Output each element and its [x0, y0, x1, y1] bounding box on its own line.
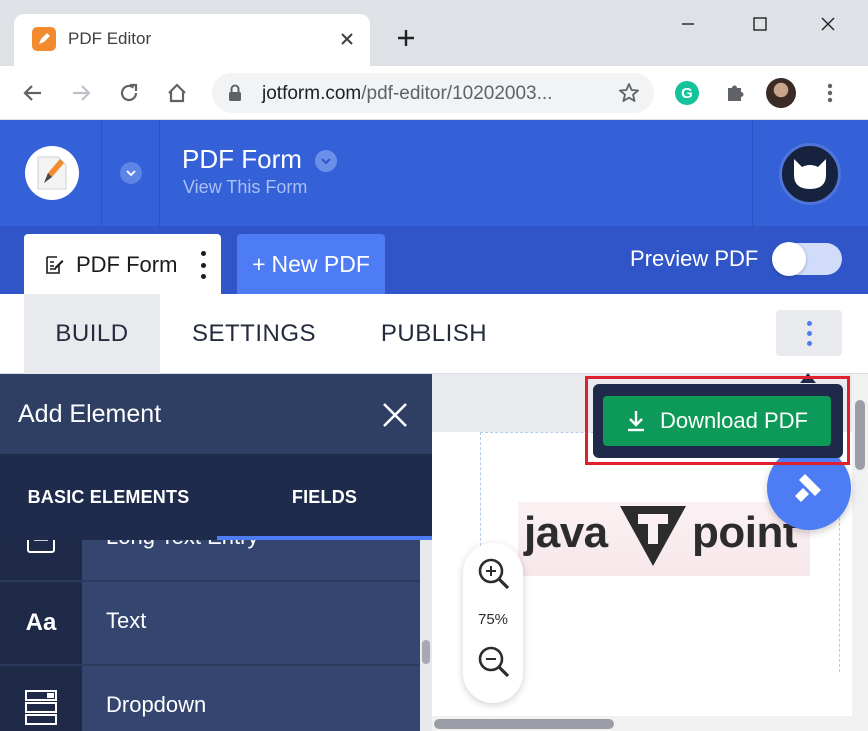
zoom-control: 75%	[463, 543, 523, 703]
home-icon[interactable]	[162, 78, 192, 108]
preview-pdf-label: Preview PDF	[630, 246, 759, 271]
builder-nav: BUILD SETTINGS PUBLISH	[0, 294, 868, 374]
dropdown-icon	[0, 666, 82, 731]
new-pdf-label: New PDF	[271, 250, 370, 277]
toggle-knob	[772, 242, 806, 276]
logo-area	[0, 120, 102, 226]
reload-icon[interactable]	[114, 78, 144, 108]
list-item-long-text-entry[interactable]: Long Text Entry	[0, 540, 420, 580]
browser-tab[interactable]: PDF Editor	[14, 14, 370, 66]
new-pdf-button[interactable]: + New PDF	[237, 234, 385, 294]
panel-scrollbar[interactable]	[420, 540, 432, 731]
add-element-panel: Add Element BASIC ELEMENTS FIELDS Long T…	[0, 374, 432, 731]
pdf-form-tab-label: PDF Form	[76, 252, 178, 277]
bookmark-star-icon[interactable]	[618, 82, 640, 109]
tab-title: PDF Editor	[68, 29, 152, 48]
url-path: /pdf-editor/10202003...	[361, 83, 553, 104]
edit-document-icon	[44, 255, 64, 280]
text-icon: Aa	[0, 582, 82, 664]
list-item-label: Text	[106, 608, 147, 633]
plus-icon: +	[252, 250, 266, 277]
tab-fields[interactable]: FIELDS	[217, 454, 432, 540]
tab-close-icon[interactable]	[334, 26, 360, 52]
close-icon[interactable]	[380, 400, 410, 430]
paint-roller-icon	[795, 474, 821, 502]
zoom-out-icon[interactable]	[475, 643, 513, 681]
lock-icon[interactable]	[228, 84, 242, 107]
panel-title: Add Element	[18, 400, 162, 428]
form-title[interactable]: PDF Form	[182, 144, 302, 175]
pdf-editor-favicon-icon	[32, 27, 56, 51]
canvas-vertical-scrollbar[interactable]	[852, 374, 868, 731]
preview-pdf-toggle[interactable]	[772, 242, 842, 276]
user-avatar-area	[752, 120, 868, 226]
chevron-down-icon[interactable]	[120, 162, 142, 184]
window-close-icon[interactable]	[808, 8, 848, 40]
logo-t-triangle-icon	[620, 506, 686, 566]
user-avatar[interactable]	[779, 143, 841, 205]
pdf-form-tab[interactable]: PDF Form	[24, 234, 221, 294]
back-arrow-icon[interactable]	[18, 78, 48, 108]
scroll-thumb[interactable]	[434, 719, 614, 729]
javatpoint-logo-image[interactable]: java point	[518, 502, 810, 576]
long-text-icon	[0, 540, 82, 580]
url-text: jotform.com/pdf-editor/10202003...	[262, 83, 552, 105]
text-icon-glyph: Aa	[25, 609, 57, 636]
scroll-thumb[interactable]	[422, 640, 430, 664]
browser-titlebar: PDF Editor	[0, 0, 868, 66]
form-title-chevron-icon[interactable]	[315, 150, 337, 172]
minimize-icon[interactable]	[668, 8, 708, 40]
zoom-in-icon[interactable]	[475, 555, 513, 593]
jotform-pdf-logo-icon[interactable]	[25, 146, 79, 200]
canvas-horizontal-scrollbar[interactable]	[432, 716, 852, 731]
element-list: Long Text Entry Aa Text Dropdown	[0, 540, 420, 731]
logo-menu	[102, 120, 160, 226]
tab-basic-elements[interactable]: BASIC ELEMENTS	[0, 454, 217, 540]
list-item-label: Long Text Entry	[106, 540, 258, 550]
tab-build[interactable]: BUILD	[24, 294, 160, 374]
address-bar[interactable]: jotform.com/pdf-editor/10202003...	[212, 73, 654, 113]
panel-header: Add Element	[0, 374, 432, 454]
logo-text-java: java	[524, 508, 608, 557]
more-options-button[interactable]	[776, 310, 842, 356]
zoom-level: 75%	[477, 611, 509, 628]
scroll-thumb[interactable]	[855, 400, 865, 470]
view-form-link[interactable]: View This Form	[183, 177, 307, 198]
tab-publish[interactable]: PUBLISH	[364, 294, 504, 374]
tab-more-options-icon[interactable]	[198, 251, 208, 279]
maximize-icon[interactable]	[740, 8, 780, 40]
chrome-menu-icon[interactable]	[815, 78, 845, 108]
list-item-text[interactable]: Aa Text	[0, 582, 420, 664]
list-item-dropdown[interactable]: Dropdown	[0, 666, 420, 731]
forward-arrow-icon[interactable]	[66, 78, 96, 108]
tab-settings[interactable]: SETTINGS	[176, 294, 332, 374]
list-item-body: Dropdown	[82, 666, 420, 731]
list-item-label: Dropdown	[106, 692, 207, 717]
app-header: PDF Form View This Form	[0, 120, 868, 226]
new-tab-icon[interactable]	[392, 24, 420, 52]
highlight-box	[585, 376, 850, 465]
document-tabs-bar: PDF Form + New PDF Preview PDF	[0, 226, 868, 294]
panel-tabs: BASIC ELEMENTS FIELDS	[0, 454, 432, 540]
list-item-body: Long Text Entry	[82, 540, 420, 580]
url-host: jotform.com	[262, 83, 362, 104]
profile-avatar[interactable]	[766, 78, 796, 108]
grammarly-extension-icon[interactable]: G	[672, 78, 702, 108]
browser-toolbar: jotform.com/pdf-editor/10202003... G	[0, 66, 868, 120]
extensions-puzzle-icon[interactable]	[720, 78, 750, 108]
list-item-body: Text	[82, 582, 420, 664]
